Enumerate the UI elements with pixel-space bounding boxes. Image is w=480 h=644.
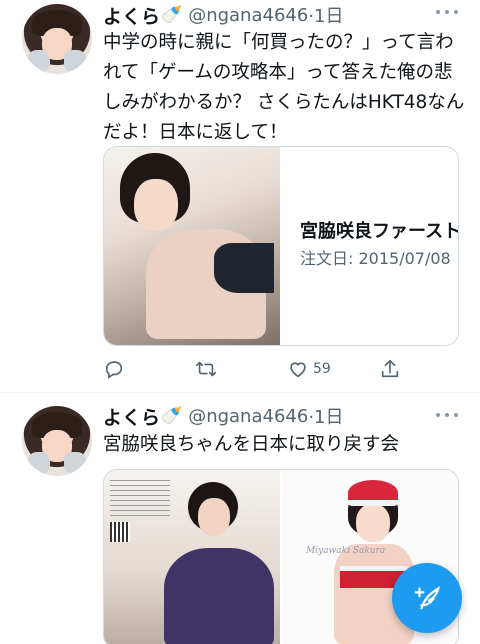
- reply-icon: [105, 361, 123, 379]
- user-handle[interactable]: @ngana4646: [188, 406, 308, 427]
- tweet-actions: 59: [103, 357, 403, 381]
- like-button[interactable]: 59: [287, 357, 331, 381]
- reply-button[interactable]: [103, 357, 125, 381]
- more-icon[interactable]: [436, 413, 458, 419]
- media-photo-left[interactable]: [104, 470, 280, 644]
- tweet-text: 中学の時に親に「何買ったの？」って言われて「ゲームの攻略本」って答えた俺の悲しみ…: [103, 32, 465, 143]
- retweet-icon: [196, 361, 216, 377]
- baby-bottle-emoji: 🍼: [161, 406, 183, 426]
- share-button[interactable]: [379, 357, 401, 381]
- display-name[interactable]: よくら: [103, 2, 160, 29]
- display-name[interactable]: よくら: [103, 403, 160, 430]
- tweet-text: 宮脇咲良ちゃんを日本に取り戻す会: [103, 434, 400, 455]
- avatar[interactable]: [22, 406, 92, 476]
- compose-tweet-button[interactable]: [392, 563, 462, 633]
- card-subtitle: 注文日: 2015/07/08: [300, 249, 451, 268]
- baby-bottle-emoji: 🍼: [161, 5, 183, 25]
- timestamp[interactable]: ·1日: [308, 403, 343, 429]
- like-count: 59: [313, 361, 331, 377]
- more-icon[interactable]: [436, 10, 458, 16]
- tweet-header: よくら 🍼 @ngana4646 ·1日: [103, 2, 344, 29]
- timestamp[interactable]: ·1日: [308, 2, 343, 28]
- card-thumbnail: [104, 147, 280, 345]
- share-icon: [381, 359, 399, 378]
- tweet[interactable]: よくら 🍼 @ngana4646 ·1日 中学の時に親に「何買ったの？」って言わ…: [0, 0, 480, 392]
- link-card[interactable]: 宮脇咲良ファースト 注文日: 2015/07/08: [103, 146, 459, 346]
- retweet-button[interactable]: [195, 357, 217, 381]
- compose-icon: [414, 586, 441, 610]
- card-title: 宮脇咲良ファースト: [300, 221, 459, 242]
- tweet-header: よくら 🍼 @ngana4646 ·1日: [103, 403, 344, 430]
- like-icon: [290, 362, 306, 378]
- user-handle[interactable]: @ngana4646: [188, 5, 308, 26]
- media-signature: Miyawaki Sakura: [306, 546, 386, 556]
- avatar[interactable]: [22, 4, 92, 74]
